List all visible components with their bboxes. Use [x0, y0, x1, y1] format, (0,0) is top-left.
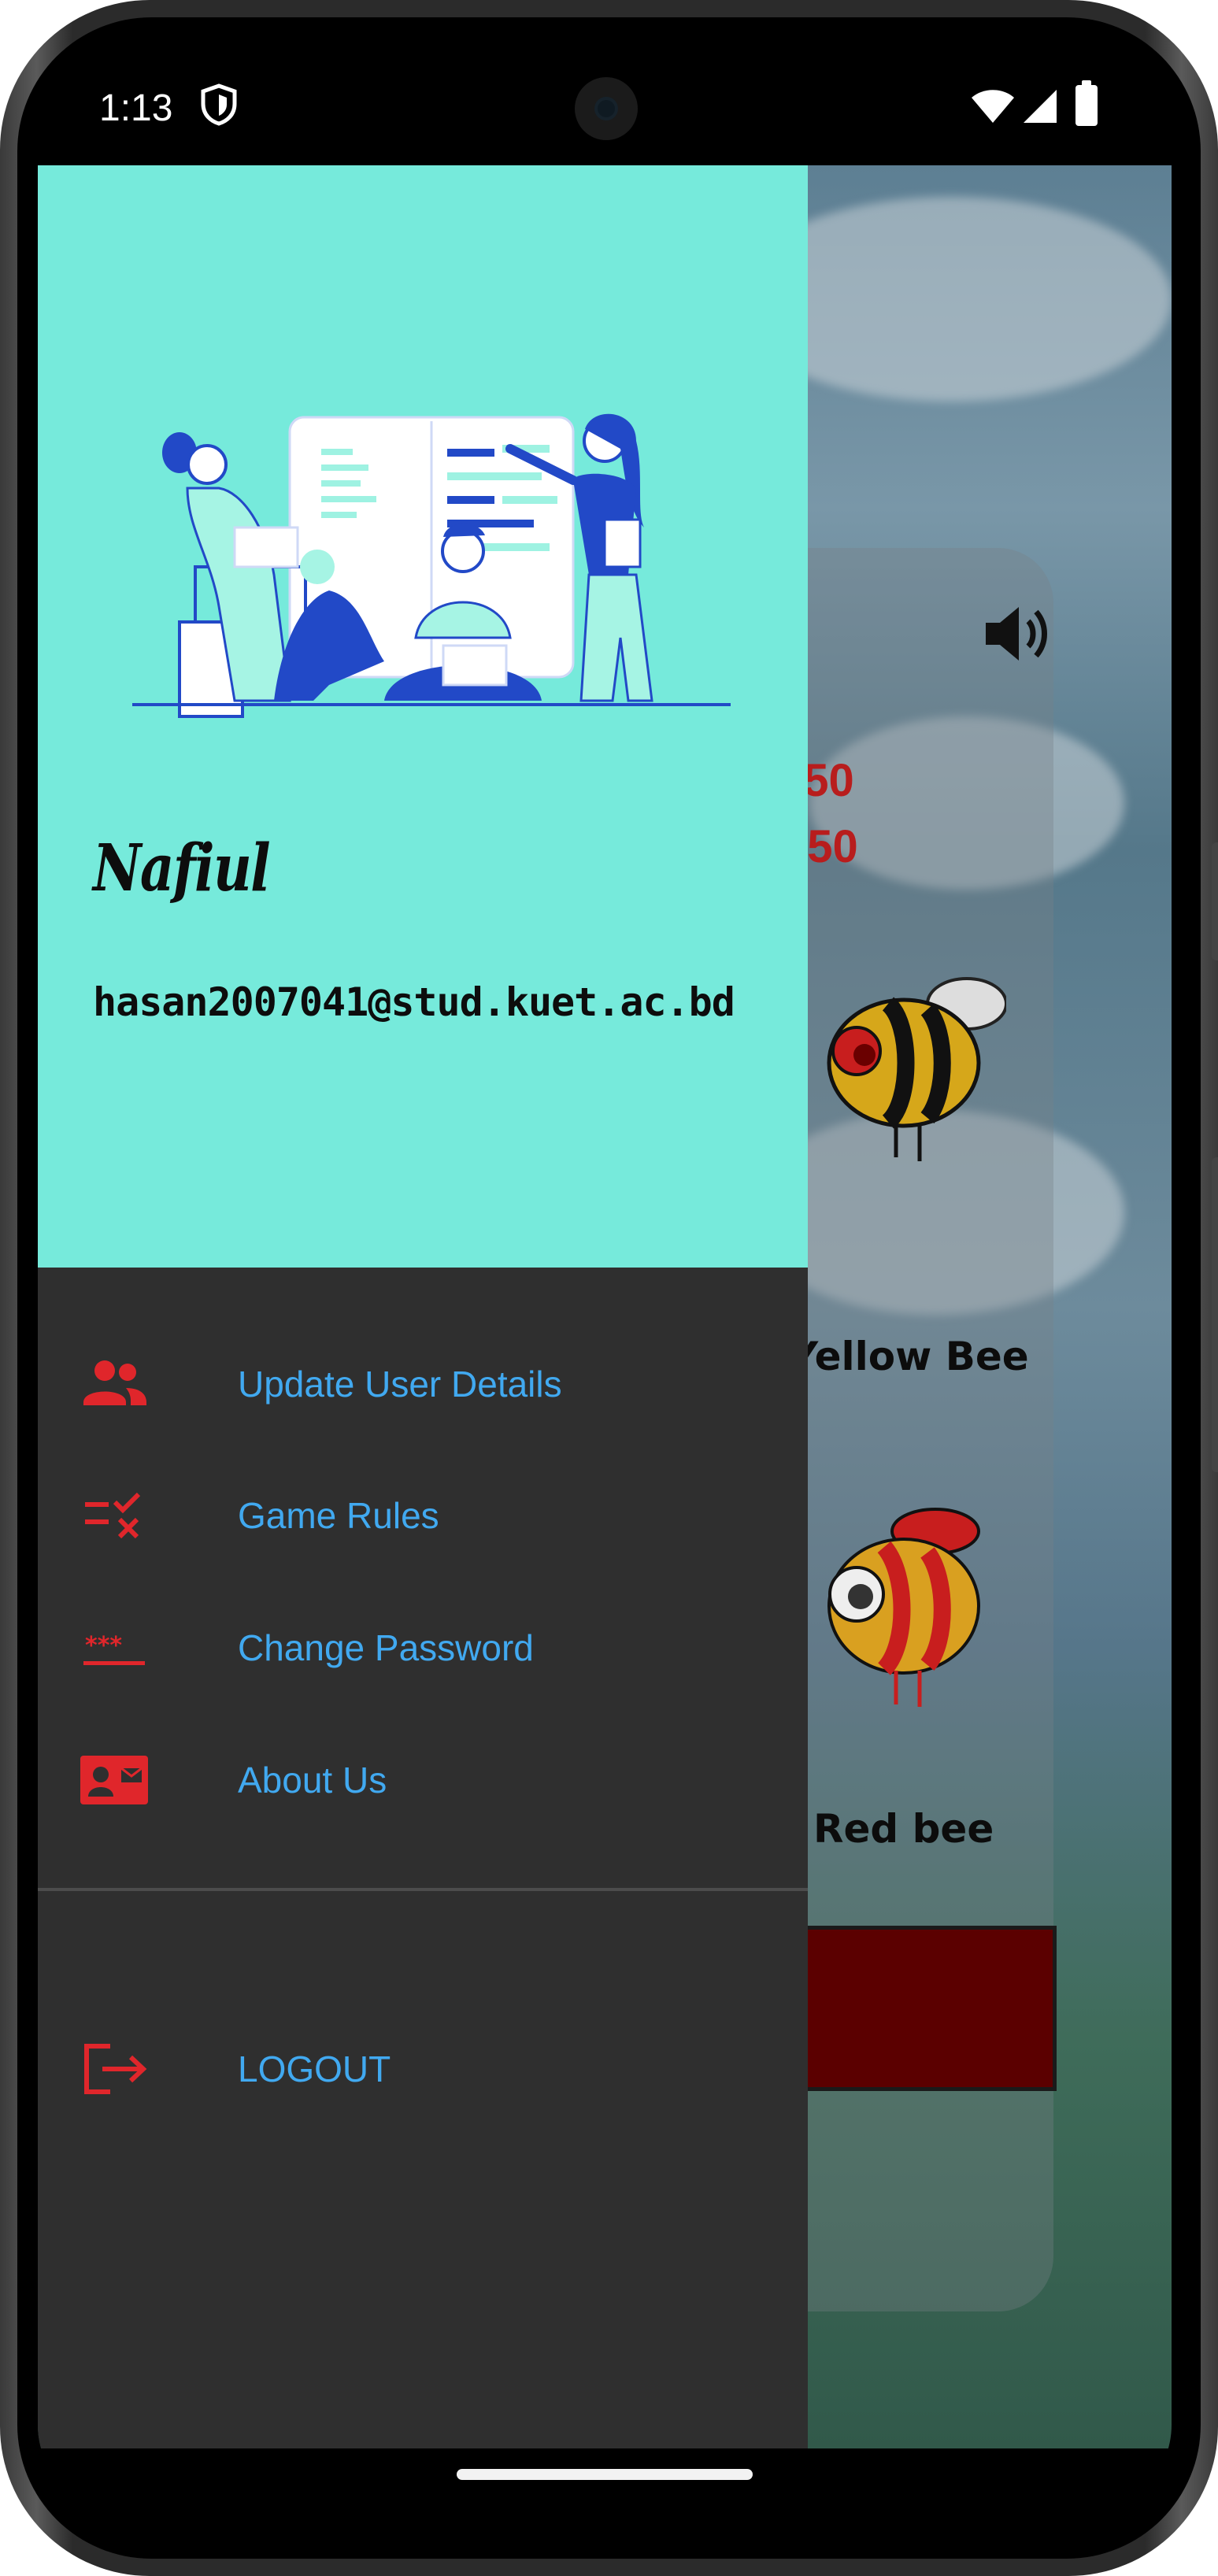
menu-item-label: LOGOUT	[238, 2049, 391, 2089]
red-bee-icon[interactable]	[809, 1504, 998, 1716]
contact-card-icon	[80, 1756, 148, 1804]
status-bar: 1:13	[38, 49, 1172, 165]
power-button	[1212, 1157, 1218, 1472]
cellular-icon	[1024, 90, 1057, 123]
svg-text:***: ***	[85, 1632, 122, 1660]
password-icon: ***	[83, 1632, 145, 1665]
rules-checklist-icon	[85, 1492, 141, 1539]
drawer-header: Nafiul hasan2007041@stud.kuet.ac.bd	[38, 165, 808, 1268]
status-time: 1:13	[99, 87, 173, 129]
battery-icon	[1075, 80, 1098, 126]
red-bee-label: Red bee	[813, 1806, 994, 1852]
menu-item-label: About Us	[238, 1760, 387, 1801]
menu-item-label: Update User Details	[238, 1364, 562, 1405]
menu-item-update-user-details[interactable]: Update User Details	[38, 1325, 808, 1443]
menu-item-label: Game Rules	[238, 1495, 439, 1536]
user-email: hasan2007041@stud.kuet.ac.bd	[93, 979, 735, 1025]
menu-item-logout[interactable]: LOGOUT	[38, 2010, 808, 2128]
menu-item-label: Change Password	[238, 1627, 534, 1668]
yellow-bee-icon[interactable]	[809, 960, 1006, 1173]
system-nav-bar	[38, 2448, 1172, 2511]
wifi-icon	[972, 90, 1014, 123]
menu-item-change-password[interactable]: *** Change Password	[38, 1589, 808, 1707]
drawer-divider	[38, 1888, 808, 1891]
yellow-bee-label: Yellow Bee	[790, 1334, 1029, 1379]
volume-button	[1212, 842, 1218, 960]
shield-icon	[201, 83, 237, 126]
front-camera	[575, 77, 638, 140]
home-gesture-handle[interactable]	[457, 2469, 753, 2480]
user-name: Nafiul	[93, 831, 271, 906]
screen: 1:13 350 350 Yellow Bee Red bee Nafiul h…	[38, 49, 1172, 2511]
team-collaboration-illustration	[132, 413, 731, 718]
navigation-drawer: Nafiul hasan2007041@stud.kuet.ac.bd Upda…	[38, 165, 808, 2448]
users-icon	[83, 1360, 146, 1405]
volume-icon[interactable]	[983, 602, 1049, 665]
menu-item-game-rules[interactable]: Game Rules	[38, 1456, 808, 1575]
logout-icon	[84, 2044, 147, 2094]
menu-item-about-us[interactable]: About Us	[38, 1721, 808, 1839]
